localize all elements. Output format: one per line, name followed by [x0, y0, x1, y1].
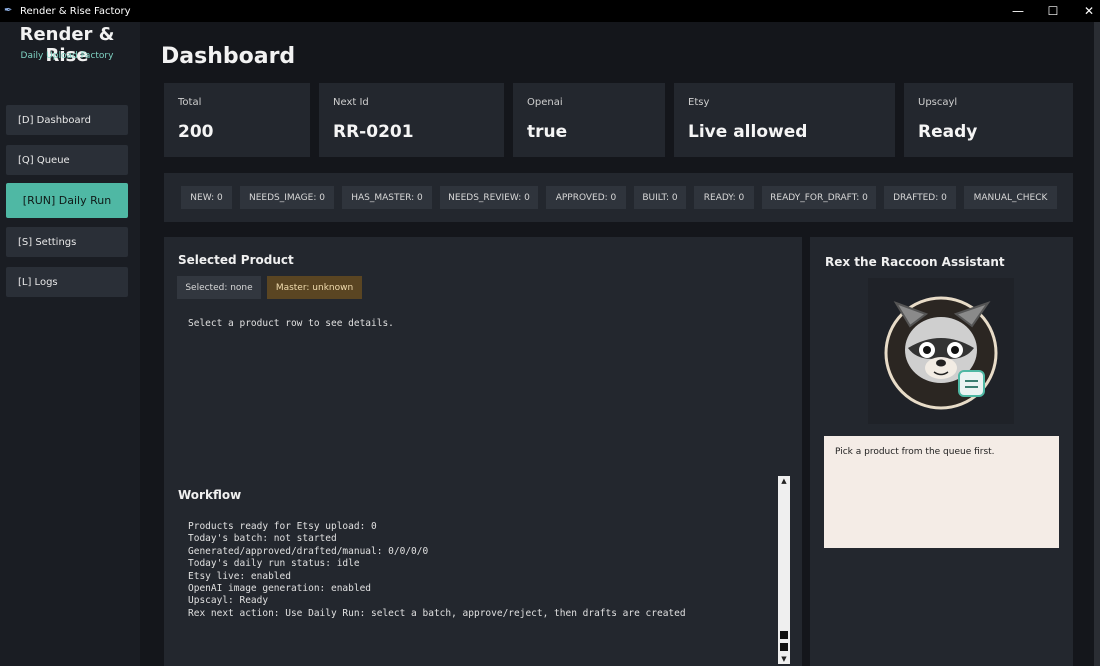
raccoon-icon: [884, 296, 998, 410]
status-chip-has-master: HAS_MASTER: 0: [342, 186, 432, 209]
status-chip-new: NEW: 0: [181, 186, 232, 209]
page-title: Dashboard: [161, 44, 296, 69]
stat-value: Live allowed: [688, 122, 808, 142]
master-badge: Master: unknown: [267, 276, 362, 299]
workflow-scrollbar[interactable]: ▲ ▼: [778, 476, 790, 664]
title-bar: ✒ Render & Rise Factory: [0, 0, 1100, 22]
brand-tagline: Daily Upload Factory: [20, 51, 114, 61]
assistant-title: Rex the Raccoon Assistant: [825, 255, 1005, 269]
workflow-line: Generated/approved/drafted/manual: 0/0/0…: [188, 545, 429, 557]
stat-card-next-id: Next Id RR-0201: [319, 83, 504, 157]
status-chip-built: BUILT: 0: [634, 186, 686, 209]
scroll-down-icon[interactable]: ▼: [778, 654, 790, 664]
scroll-thumb[interactable]: [780, 631, 788, 639]
workflow-line: Etsy live: enabled: [188, 570, 291, 582]
stat-value: true: [527, 122, 568, 142]
stat-card-total: Total 200: [164, 83, 310, 157]
workflow-line: Rex next action: Use Daily Run: select a…: [188, 607, 686, 619]
stat-value: RR-0201: [333, 122, 414, 142]
stat-value: Ready: [918, 122, 978, 142]
maximize-icon[interactable]: ☐: [1035, 0, 1071, 22]
workflow-line: Today's batch: not started: [188, 533, 337, 545]
close-icon[interactable]: ✕: [1071, 0, 1100, 22]
status-chip-drafted: DRAFTED: 0: [884, 186, 956, 209]
status-chip-ready: READY: 0: [694, 186, 754, 209]
stat-label: Upscayl: [918, 97, 958, 108]
assistant-message: Pick a product from the queue first.: [835, 447, 995, 457]
raccoon-avatar: [868, 278, 1014, 424]
sidebar-item-settings[interactable]: [S] Settings: [6, 227, 128, 257]
window-title: Render & Rise Factory: [20, 5, 131, 17]
sidebar-item-daily-run[interactable]: [RUN] Daily Run: [6, 183, 128, 218]
stat-value: 200: [178, 122, 214, 142]
status-chip-needs-review: NEEDS_REVIEW: 0: [440, 186, 538, 209]
selected-badge: Selected: none: [177, 276, 261, 299]
workflow-line: Today's daily run status: idle: [188, 558, 360, 570]
status-chip-manual-check: MANUAL_CHECK: [964, 186, 1057, 209]
scroll-thumb-lower[interactable]: [780, 643, 788, 651]
stat-card-etsy: Etsy Live allowed: [674, 83, 895, 157]
status-chip-needs-image: NEEDS_IMAGE: 0: [240, 186, 334, 209]
sidebar-item-dashboard[interactable]: [D] Dashboard: [6, 105, 128, 135]
feather-app-icon: ✒: [4, 5, 13, 16]
stat-card-openai: Openai true: [513, 83, 665, 157]
assistant-message-box: Pick a product from the queue first.: [824, 436, 1059, 548]
status-chip-approved: APPROVED: 0: [546, 186, 626, 209]
workflow-text: Products ready for Etsy upload: 0 Today'…: [188, 521, 686, 620]
stat-label: Etsy: [688, 97, 710, 108]
stat-label: Next Id: [333, 97, 369, 108]
workflow-line: Upscayl: Ready: [188, 595, 269, 607]
stat-label: Total: [178, 97, 202, 108]
sidebar-item-queue[interactable]: [Q] Queue: [6, 145, 128, 175]
stat-card-upscayl: Upscayl Ready: [904, 83, 1073, 157]
window-scrollbar[interactable]: [1094, 22, 1100, 666]
sidebar-item-logs[interactable]: [L] Logs: [6, 267, 128, 297]
product-details-text: Select a product row to see details.: [188, 318, 394, 329]
scroll-up-icon[interactable]: ▲: [778, 476, 790, 486]
stat-label: Openai: [527, 97, 563, 108]
status-chip-ready-for-draft: READY_FOR_DRAFT: 0: [762, 186, 876, 209]
workflow-line: OpenAI image generation: enabled: [188, 582, 372, 594]
minimize-icon[interactable]: —: [1000, 0, 1036, 22]
workflow-title: Workflow: [178, 488, 242, 502]
workflow-line: Products ready for Etsy upload: 0: [188, 521, 377, 532]
selected-product-title: Selected Product: [178, 253, 294, 267]
